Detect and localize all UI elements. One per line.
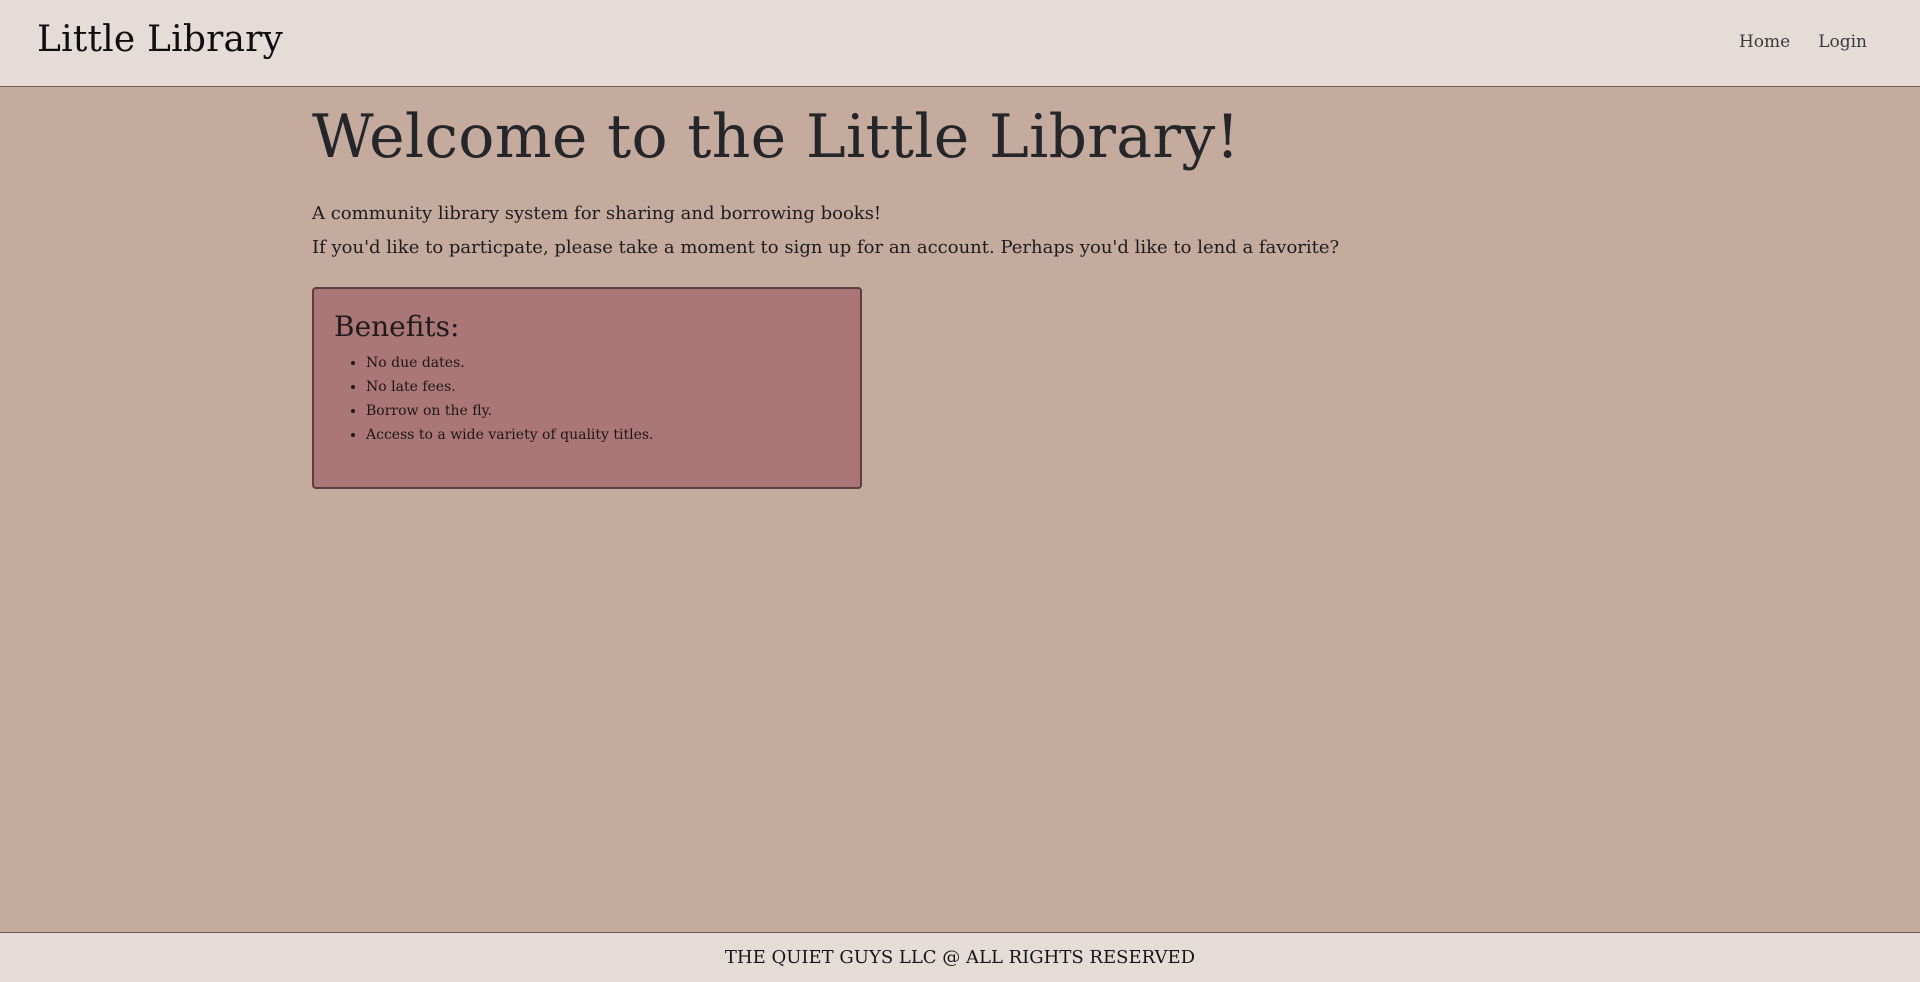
nav-links: Home Login xyxy=(1739,30,1867,54)
main-content: Welcome to the Little Library! A communi… xyxy=(312,87,1612,489)
nav-login-link[interactable]: Login xyxy=(1818,30,1867,54)
footer: THE QUIET GUYS LLC @ ALL RIGHTS RESERVED xyxy=(0,932,1920,982)
benefits-card: Benefits: No due dates. No late fees. Bo… xyxy=(312,287,862,489)
list-item: No due dates. xyxy=(366,351,840,375)
list-item: Borrow on the fly. xyxy=(366,399,840,423)
intro-line-2: If you'd like to particpate, please take… xyxy=(312,237,1340,258)
intro-line-1: A community library system for sharing a… xyxy=(312,203,882,224)
intro-text: A community library system for sharing a… xyxy=(312,197,1612,265)
footer-text: THE QUIET GUYS LLC @ ALL RIGHTS RESERVED xyxy=(724,947,1196,968)
benefits-list: No due dates. No late fees. Borrow on th… xyxy=(334,351,840,447)
brand-link[interactable]: Little Library xyxy=(37,16,283,64)
nav-home-link[interactable]: Home xyxy=(1739,30,1790,54)
list-item: No late fees. xyxy=(366,375,840,399)
page-title: Welcome to the Little Library! xyxy=(312,102,1240,172)
navbar: Little Library Home Login xyxy=(0,0,1920,87)
benefits-title: Benefits: xyxy=(334,310,460,343)
list-item: Access to a wide variety of quality titl… xyxy=(366,423,840,447)
